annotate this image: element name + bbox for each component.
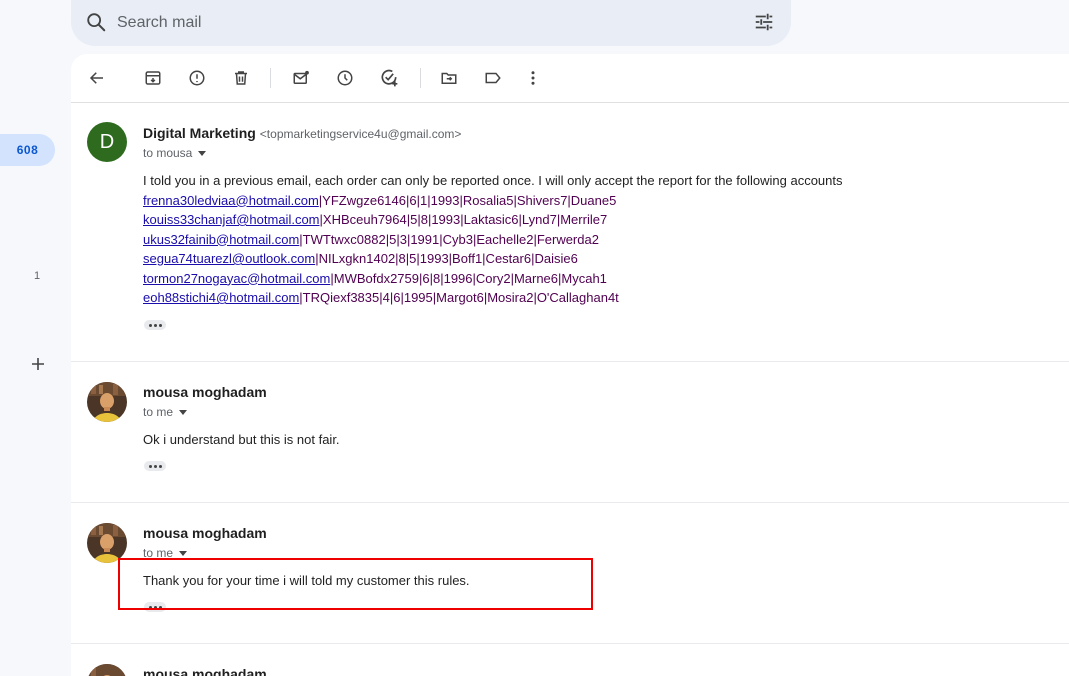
account-line: kouiss33chanjaf@hotmail.com|XHBceuh7964|…	[143, 210, 843, 230]
recipient-line[interactable]: to me	[143, 405, 188, 419]
sender-name-text: Digital Marketing	[143, 125, 256, 141]
recipient-line[interactable]: to mousa	[143, 146, 207, 160]
message-body: Ok i understand but this is not fair.	[143, 432, 340, 447]
message-divider	[71, 643, 1069, 644]
chevron-down-icon	[179, 550, 188, 556]
chevron-down-icon	[198, 150, 207, 156]
filter-options-icon[interactable]	[753, 11, 775, 38]
account-details: |XHBceuh7964|5|8|1993|Laktasic6|Lynd7|Me…	[319, 212, 608, 227]
chevron-down-icon	[179, 409, 188, 415]
snooze-icon[interactable]	[333, 66, 357, 90]
account-details: |MWBofdx2759|6|8|1996|Cory2|Marne6|Mycah…	[330, 270, 607, 286]
archive-icon[interactable]	[141, 66, 165, 90]
account-details: |NILxgkn1402|8|5|1993|Boff1|Cestar6|Dais…	[315, 251, 578, 266]
report-spam-icon[interactable]	[185, 66, 209, 90]
toolbar-divider	[420, 68, 421, 88]
move-to-icon[interactable]	[437, 66, 461, 90]
avatar[interactable]	[87, 664, 127, 676]
account-email-link[interactable]: kouiss33chanjaf@hotmail.com	[143, 212, 320, 227]
account-email-link[interactable]: segua74tuarezl@outlook.com	[143, 251, 315, 266]
account-email-link[interactable]: tormon27nogayac@hotmail.com	[143, 271, 330, 286]
delete-icon[interactable]	[229, 66, 253, 90]
back-arrow-icon[interactable]	[85, 66, 109, 90]
avatar[interactable]: D	[87, 122, 127, 162]
account-details: |TWTtwxc0882|5|3|1991|Cyb3|Eachelle2|Fer…	[299, 231, 599, 247]
add-to-tasks-icon[interactable]	[377, 66, 401, 90]
plus-icon[interactable]	[26, 352, 50, 376]
search-input[interactable]	[115, 10, 679, 36]
recipient-text: to me	[143, 405, 174, 419]
account-line: segua74tuarezl@outlook.com|NILxgkn1402|8…	[143, 249, 843, 269]
account-details: |YFZwgze6146|6|1|1993|Rosalia5|Shivers7|…	[318, 192, 617, 208]
recipient-text: to mousa	[143, 146, 193, 160]
avatar[interactable]	[87, 523, 127, 563]
account-email-link[interactable]: ukus32fainib@hotmail.com	[143, 232, 299, 247]
show-trimmed-content-button[interactable]	[144, 461, 166, 471]
sender-name[interactable]: mousa moghadam	[143, 666, 267, 676]
search-icon[interactable]	[85, 11, 107, 38]
search-bar	[71, 0, 791, 46]
message-toolbar	[71, 54, 1069, 103]
mark-unread-icon[interactable]	[289, 66, 313, 90]
message-divider	[71, 502, 1069, 503]
account-line: tormon27nogayac@hotmail.com|MWBofdx2759|…	[143, 269, 843, 289]
avatar[interactable]	[87, 382, 127, 422]
more-options-icon[interactable]	[521, 66, 545, 90]
sender-name[interactable]: mousa moghadam	[143, 384, 267, 400]
sender-email: <topmarketingservice4u@gmail.com>	[259, 127, 462, 141]
left-rail: 608 1	[0, 0, 71, 676]
account-line: ukus32fainib@hotmail.com|TWTtwxc0882|5|3…	[143, 230, 843, 250]
sender-name[interactable]: mousa moghadam	[143, 525, 267, 541]
sender-name[interactable]: Digital Marketing <topmarketingservice4u@…	[143, 125, 461, 141]
message-intro: I told you in a previous email, each ord…	[143, 173, 843, 188]
show-trimmed-content-button[interactable]	[144, 320, 166, 330]
account-email-link[interactable]: frenna30ledviaa@hotmail.com	[143, 193, 319, 208]
inbox-count-badge[interactable]: 608	[0, 134, 55, 166]
account-details: |TRQiexf3835|4|6|1995|Margot6|Mosira2|O'…	[299, 290, 619, 305]
message-divider	[71, 361, 1069, 362]
highlight-box	[118, 558, 593, 610]
toolbar-divider	[270, 68, 271, 88]
account-email-link[interactable]: eoh88stichi4@hotmail.com	[143, 290, 299, 305]
account-line: eoh88stichi4@hotmail.com|TRQiexf3835|4|6…	[143, 288, 843, 308]
secondary-count: 1	[34, 270, 41, 282]
label-icon[interactable]	[481, 66, 505, 90]
message-body: I told you in a previous email, each ord…	[143, 171, 843, 308]
account-line: frenna30ledviaa@hotmail.com|YFZwgze6146|…	[143, 191, 843, 211]
